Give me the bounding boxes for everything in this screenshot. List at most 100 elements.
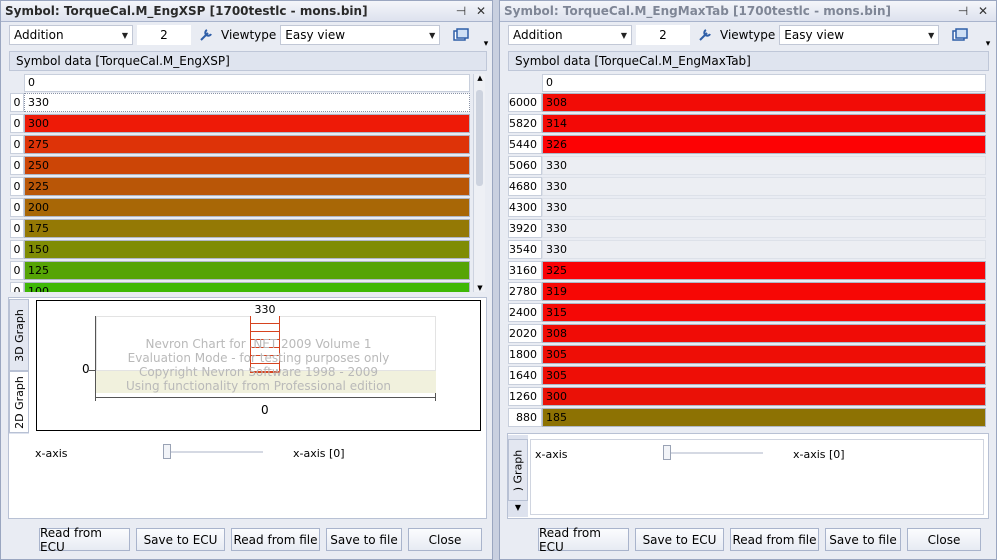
table-row[interactable]: 880 185 <box>508 408 986 427</box>
wrench-icon[interactable] <box>694 25 716 45</box>
table-row[interactable]: 3920 330 <box>508 219 986 238</box>
table-row[interactable]: 2400 315 <box>508 303 986 322</box>
right-slider-thumb[interactable] <box>663 445 671 460</box>
table-row[interactable]: 4680 330 <box>508 177 986 196</box>
left-scroll-thumb[interactable] <box>476 90 483 186</box>
table-cell[interactable]: 225 <box>24 177 470 196</box>
scroll-up-icon[interactable]: ▲ <box>474 74 486 82</box>
table-row[interactable]: 0 100 <box>10 282 470 292</box>
table-cell[interactable]: 300 <box>542 387 986 406</box>
table-row[interactable]: 0 250 <box>10 156 470 175</box>
row-header[interactable]: 5060 <box>508 156 542 175</box>
left-slider-thumb[interactable] <box>163 444 171 459</box>
table-cell[interactable]: 200 <box>24 198 470 217</box>
table-cell[interactable]: 308 <box>542 324 986 343</box>
save-to-ecu-button[interactable]: Save to ECU <box>136 528 225 551</box>
close-icon[interactable]: ✕ <box>975 3 991 19</box>
table-cell[interactable]: 319 <box>542 282 986 301</box>
table-row[interactable]: 1260 300 <box>508 387 986 406</box>
table-row[interactable]: 2780 319 <box>508 282 986 301</box>
row-header[interactable]: 5820 <box>508 114 542 133</box>
read-from-file-button[interactable]: Read from file <box>231 528 320 551</box>
table-cell[interactable]: 330 <box>542 156 986 175</box>
tab-2d-graph[interactable]: 2D Graph <box>9 371 29 433</box>
table-row[interactable]: 0 125 <box>10 261 470 280</box>
row-header[interactable]: 0 <box>10 219 24 238</box>
pin-icon[interactable]: ⊣ <box>453 3 469 19</box>
table-row[interactable]: 1640 305 <box>508 366 986 385</box>
row-header[interactable]: 0 <box>10 177 24 196</box>
table-cell[interactable]: 330 <box>542 198 986 217</box>
table-cell[interactable]: 326 <box>542 135 986 154</box>
left-operation-select[interactable]: Addition ▼ <box>9 24 133 45</box>
close-icon[interactable]: ✕ <box>473 3 489 19</box>
table-row[interactable]: 0 275 <box>10 135 470 154</box>
right-titlebar[interactable]: Symbol: TorqueCal.M_EngMaxTab [1700testl… <box>500 1 996 22</box>
row-header[interactable]: 2780 <box>508 282 542 301</box>
table-row[interactable]: 5820 314 <box>508 114 986 133</box>
pin-icon[interactable]: ⊣ <box>955 3 971 19</box>
close-button[interactable]: Close <box>907 528 981 551</box>
read-from-ecu-button[interactable]: Read from ECU <box>39 526 130 554</box>
row-header[interactable]: 4300 <box>508 198 542 217</box>
table-cell[interactable]: 125 <box>24 261 470 280</box>
table-row[interactable]: 0 300 <box>10 114 470 133</box>
left-viewtype-select[interactable]: Easy view ▼ <box>280 24 441 45</box>
row-header[interactable]: 0 <box>10 156 24 175</box>
table-cell[interactable]: 315 <box>542 303 986 322</box>
save-to-file-button[interactable]: Save to file <box>326 528 402 551</box>
row-header[interactable]: 1640 <box>508 366 542 385</box>
window-icon[interactable] <box>450 25 472 45</box>
table-cell[interactable]: 175 <box>24 219 470 238</box>
row-header[interactable]: 0 <box>10 240 24 259</box>
table-row[interactable]: 2020 308 <box>508 324 986 343</box>
right-slider-track[interactable] <box>663 452 763 454</box>
right-operation-select[interactable]: Addition ▼ <box>508 24 632 45</box>
table-cell[interactable]: 330 <box>542 177 986 196</box>
save-to-ecu-button[interactable]: Save to ECU <box>635 528 724 551</box>
table-row[interactable]: 5060 330 <box>508 156 986 175</box>
close-button[interactable]: Close <box>408 528 482 551</box>
table-row[interactable]: 0 150 <box>10 240 470 259</box>
row-header[interactable]: 4680 <box>508 177 542 196</box>
table-cell[interactable]: 330 <box>542 219 986 238</box>
row-header[interactable]: 0 <box>10 261 24 280</box>
table-cell[interactable]: 150 <box>24 240 470 259</box>
row-header[interactable]: 1800 <box>508 345 542 364</box>
wrench-icon[interactable] <box>195 25 217 45</box>
table-cell[interactable]: 305 <box>542 345 986 364</box>
table-cell[interactable]: 185 <box>542 408 986 427</box>
row-header[interactable]: 0 <box>10 282 24 292</box>
tab-graph[interactable]: ) Graph <box>508 439 528 501</box>
row-header[interactable]: 2400 <box>508 303 542 322</box>
tab-scroll-down-icon[interactable]: ▼ <box>508 503 528 512</box>
table-cell[interactable]: 275 <box>24 135 470 154</box>
row-header[interactable]: 1260 <box>508 387 542 406</box>
window-icon[interactable] <box>949 25 971 45</box>
row-header[interactable]: 5440 <box>508 135 542 154</box>
table-cell[interactable]: 305 <box>542 366 986 385</box>
table-row[interactable]: 0 200 <box>10 198 470 217</box>
row-header[interactable]: 0 <box>10 93 24 112</box>
table-cell[interactable]: 308 <box>542 93 986 112</box>
row-header[interactable]: 3540 <box>508 240 542 259</box>
table-cell[interactable]: 330 <box>24 93 470 112</box>
left-vertical-scrollbar[interactable]: ▲ ▼ <box>473 74 485 292</box>
read-from-file-button[interactable]: Read from file <box>730 528 819 551</box>
table-cell[interactable]: 100 <box>24 282 470 292</box>
table-cell[interactable]: 325 <box>542 261 986 280</box>
left-titlebar[interactable]: Symbol: TorqueCal.M_EngXSP [1700testlc -… <box>1 1 492 22</box>
table-row[interactable]: 3540 330 <box>508 240 986 259</box>
left-slider-track[interactable] <box>163 451 263 453</box>
tab-3d-graph[interactable]: 3D Graph <box>9 299 29 371</box>
table-cell[interactable]: 250 <box>24 156 470 175</box>
right-viewtype-select[interactable]: Easy view ▼ <box>779 24 940 45</box>
toolbar-overflow-icon[interactable]: ▾ <box>981 37 995 51</box>
left-value-input[interactable]: 2 <box>137 24 191 45</box>
scroll-down-icon[interactable]: ▼ <box>474 284 486 292</box>
table-row[interactable]: 0 175 <box>10 219 470 238</box>
row-header[interactable]: 0 <box>10 135 24 154</box>
row-header[interactable]: 880 <box>508 408 542 427</box>
table-row[interactable]: 3160 325 <box>508 261 986 280</box>
table-row[interactable]: 6000 308 <box>508 93 986 112</box>
